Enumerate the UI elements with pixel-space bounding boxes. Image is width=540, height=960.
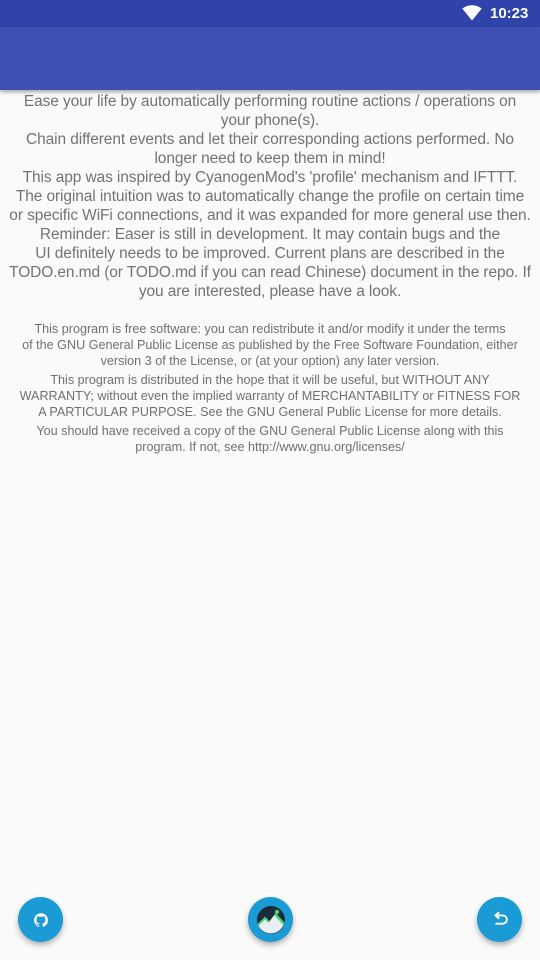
about-content: Ease your life by automatically performi… [0,90,540,455]
license-line: This program is distributed in the hope … [50,373,490,387]
license-paragraph-copy: You should have received a copy of the G… [0,420,540,455]
app-bar [0,27,540,90]
status-bar: 10:23 [0,0,540,27]
license-line: You should have received a copy of the G… [36,424,504,438]
about-line: Reminder: Easer is still in development.… [39,226,501,243]
app-logo-icon [256,905,285,934]
license-line: version 3 of the License, or (at your op… [100,354,440,368]
back-arrow-icon [493,911,508,925]
about-line: Ease your life by automatically performi… [23,93,517,110]
license-line: This program is free software: you can r… [34,322,506,336]
wifi-icon [462,5,482,21]
license-line: program. If not, see http://www.gnu.org/… [135,440,405,454]
github-button[interactable] [18,897,63,942]
license-line: A PARTICULAR PURPOSE. See the GNU Genera… [38,405,502,419]
about-line: or specific WiFi connections, and it was… [9,207,531,224]
about-line: longer need to keep them in mind! [154,150,386,167]
license-notice: This program is free software: you can r… [0,301,540,455]
license-line: of the GNU General Public License as pub… [22,338,518,352]
about-line: UI definitely needs to be improved. Curr… [35,245,505,262]
about-line: TODO.en.md (or TODO.md if you can read C… [9,264,531,281]
license-paragraph-warranty: This program is distributed in the hope … [0,369,540,420]
about-line: you are interested, please have a look. [138,283,402,300]
about-line: The original intuition was to automatica… [15,188,525,205]
back-button[interactable] [477,897,522,942]
license-line: WARRANTY; without even the implied warra… [19,389,521,403]
status-time: 10:23 [490,5,529,22]
github-icon [33,912,48,927]
about-line: Chain different events and let their cor… [26,131,514,148]
about-description: Ease your life by automatically performi… [0,90,540,301]
about-line: your phone(s). [220,112,320,129]
license-paragraph-free: This program is free software: you can r… [0,321,540,369]
about-line: This app was inspired by CyanogenMod's '… [22,169,518,186]
app-logo-button[interactable] [248,897,293,942]
